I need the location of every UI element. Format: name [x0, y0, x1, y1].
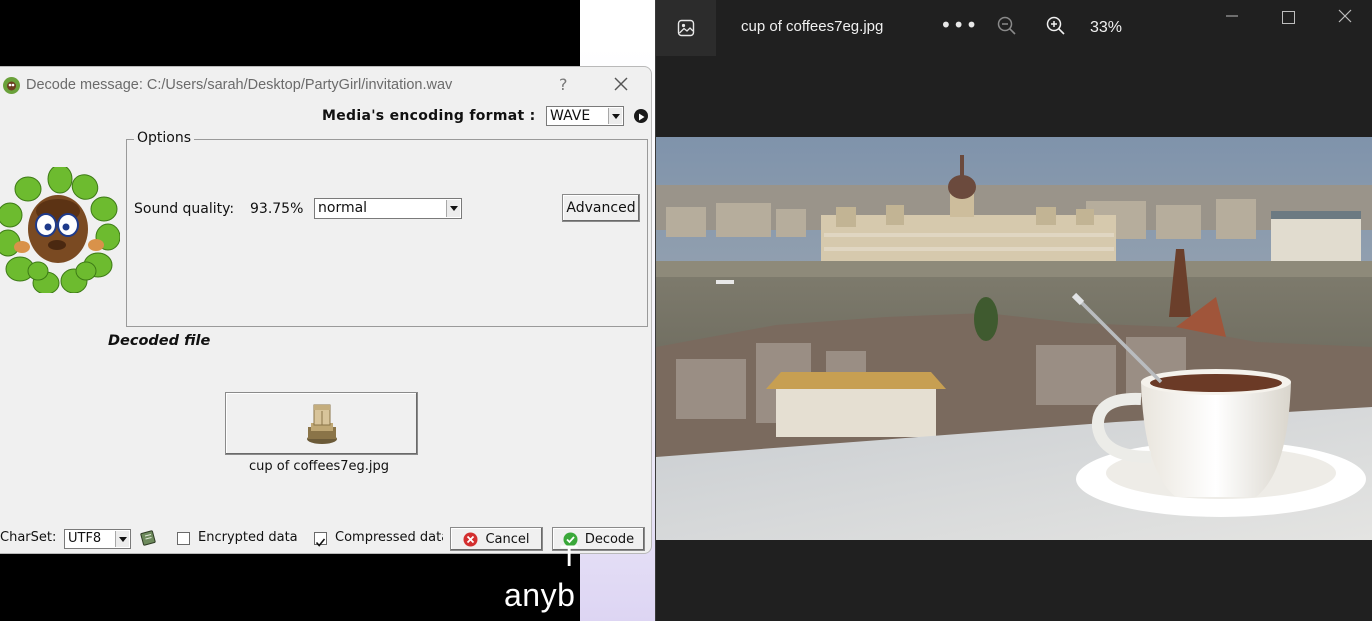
zoom-level: 33% [1090, 19, 1123, 36]
cancel-icon [463, 532, 478, 546]
charset-label: CharSet: [0, 530, 57, 545]
sound-quality-select[interactable]: normal [314, 198, 462, 219]
decoded-file-button[interactable] [225, 392, 418, 455]
encrypted-data-label: Encrypted data [198, 530, 298, 545]
viewer-toolbar: cup of coffees7eg.jpg ••• 33% [656, 0, 1372, 56]
photo-viewer-window: cup of coffees7eg.jpg ••• 33% [655, 0, 1372, 621]
encoding-format-label: Media's encoding format : [322, 108, 536, 124]
close-icon[interactable] [1338, 8, 1352, 27]
background-partial-text: anyb [504, 577, 576, 613]
zoom-out-icon[interactable] [997, 16, 1017, 40]
more-options-icon[interactable]: ••• [940, 13, 978, 37]
chevron-down-icon [608, 108, 622, 124]
decoded-file-label: Decoded file [108, 333, 211, 349]
displayed-photo [656, 137, 1372, 540]
decode-label: Decode [584, 531, 635, 547]
desktop: anyb cup of coffees7eg.jpg ••• 33% Decod… [0, 0, 1372, 621]
decoded-file-name: cup of coffees7eg.jpg [249, 459, 390, 474]
sound-quality-value: 93.75% [250, 201, 304, 217]
charset-select[interactable]: UTF8 [64, 529, 131, 549]
app-logo-icon [2, 76, 21, 99]
help-button[interactable]: ? [559, 75, 568, 94]
background-partial-letter: T [560, 540, 579, 573]
play-icon[interactable] [634, 109, 648, 123]
options-legend: Options [134, 130, 195, 146]
zoom-in-icon[interactable] [1046, 16, 1066, 40]
checkmark-icon [315, 538, 326, 547]
chevron-down-icon [115, 531, 129, 547]
cancel-button[interactable]: Cancel [450, 527, 543, 551]
dialog-titlebar: Decode message: C:/Users/sarah/Desktop/P… [0, 67, 651, 103]
options-group [126, 139, 648, 327]
cancel-label: Cancel [485, 531, 530, 547]
charset-book-icon[interactable] [140, 530, 156, 550]
dialog-close-icon[interactable] [614, 76, 628, 95]
mascot-logo [0, 164, 121, 297]
minimize-icon[interactable] [1226, 8, 1238, 24]
encoding-format-select[interactable]: WAVE [546, 106, 624, 126]
charset-value: UTF8 [68, 531, 102, 546]
viewer-file-title: cup of coffees7eg.jpg [741, 18, 884, 35]
decode-message-dialog: Decode message: C:/Users/sarah/Desktop/P… [0, 66, 652, 554]
compressed-data-checkbox[interactable] [314, 532, 327, 547]
dialog-footer: CharSet: UTF8 Encrypted data Compressed … [0, 521, 651, 553]
encoding-format-value: WAVE [550, 108, 591, 124]
photos-app-icon[interactable] [656, 0, 716, 56]
maximize-icon[interactable] [1282, 9, 1295, 28]
compressed-data-label: Compressed data [335, 530, 443, 545]
dialog-title: Decode message: C:/Users/sarah/Desktop/P… [26, 77, 453, 93]
sound-quality-option: normal [318, 200, 368, 216]
sound-quality-label: Sound quality: [134, 201, 235, 217]
chevron-down-icon [446, 200, 460, 217]
background-window-strip [580, 0, 656, 44]
encrypted-data-checkbox[interactable] [177, 532, 190, 545]
package-icon [306, 404, 337, 444]
advanced-button[interactable]: Advanced [562, 194, 640, 222]
